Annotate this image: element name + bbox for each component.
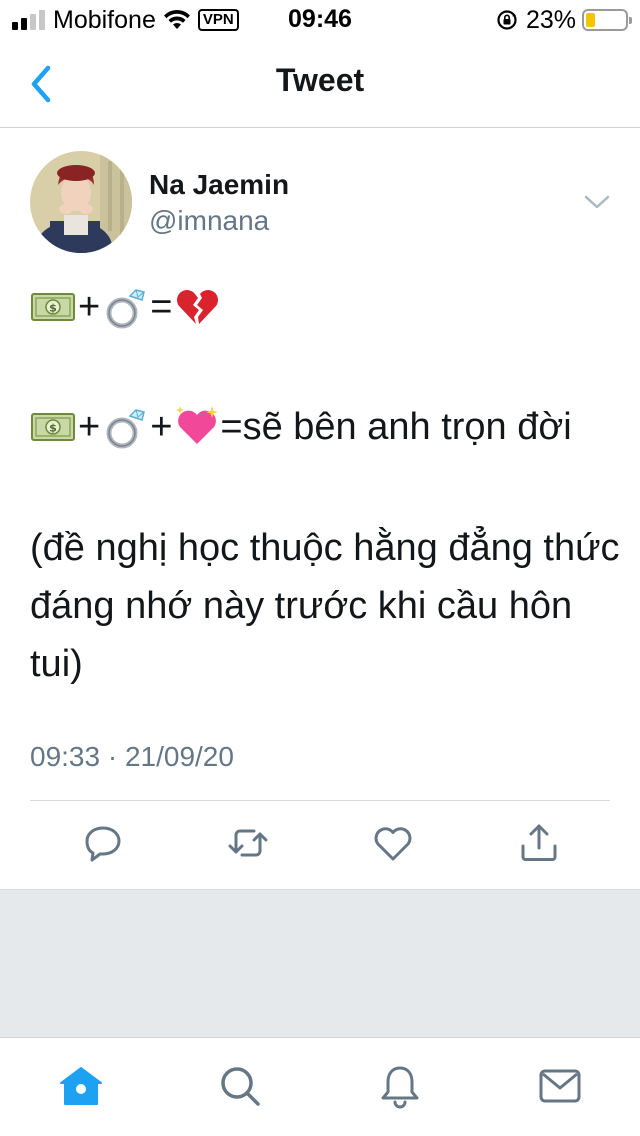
nav-bar: Tweet	[0, 40, 640, 128]
like-icon[interactable]	[369, 819, 417, 867]
svg-text:$: $	[49, 302, 57, 315]
plus-sign: +	[78, 406, 101, 448]
plus-sign: +	[78, 286, 101, 328]
money-emoji: $	[31, 293, 75, 321]
svg-text:$: $	[49, 422, 57, 435]
divider	[30, 800, 610, 801]
page-title: Tweet	[275, 62, 365, 98]
sparkling-heart-emoji	[176, 406, 219, 444]
status-bar: Mobifone VPN 09:46 23%	[0, 0, 640, 40]
avatar[interactable]	[30, 151, 132, 253]
money-emoji: $	[31, 413, 75, 441]
messages-icon[interactable]	[536, 1062, 584, 1110]
empty-area	[0, 889, 640, 1037]
search-icon[interactable]	[216, 1062, 264, 1110]
tweet-line-2: $ + + =sẽ bên anh trọn đời	[30, 399, 620, 455]
tweet-line-1: $ + =	[30, 279, 620, 335]
tweet-timestamp: 09:33 · 21/09/20	[30, 741, 234, 772]
tweet-actions	[0, 819, 640, 871]
battery-percent: 23%	[525, 5, 576, 34]
author-handle[interactable]: @imnana	[149, 205, 269, 237]
ring-emoji	[106, 409, 146, 449]
retweet-icon[interactable]	[224, 819, 272, 867]
ring-emoji	[106, 289, 146, 329]
home-icon[interactable]	[57, 1062, 105, 1110]
tweet-note: (đề nghị học thuộc hằng đẳng thức đáng n…	[30, 527, 620, 685]
tweet: Na Jaemin @imnana $ + = $ + + =sẽ bên an…	[0, 129, 640, 889]
share-icon[interactable]	[515, 819, 563, 867]
notifications-icon[interactable]	[376, 1062, 424, 1110]
tweet-line-2-text: =sẽ bên anh trọn đời	[220, 406, 572, 448]
author-name[interactable]: Na Jaemin	[149, 169, 289, 201]
tab-bar	[0, 1037, 640, 1136]
equals-sign: =	[150, 286, 173, 328]
rotation-lock-icon	[497, 10, 517, 30]
broken-heart-emoji	[177, 290, 219, 324]
chevron-down-icon[interactable]	[582, 191, 612, 213]
battery-icon	[582, 9, 632, 31]
tweet-text: $ + = $ + + =sẽ bên anh trọn đời (đề ngh…	[30, 279, 620, 693]
reply-icon[interactable]	[79, 819, 127, 867]
plus-sign: +	[150, 406, 173, 448]
